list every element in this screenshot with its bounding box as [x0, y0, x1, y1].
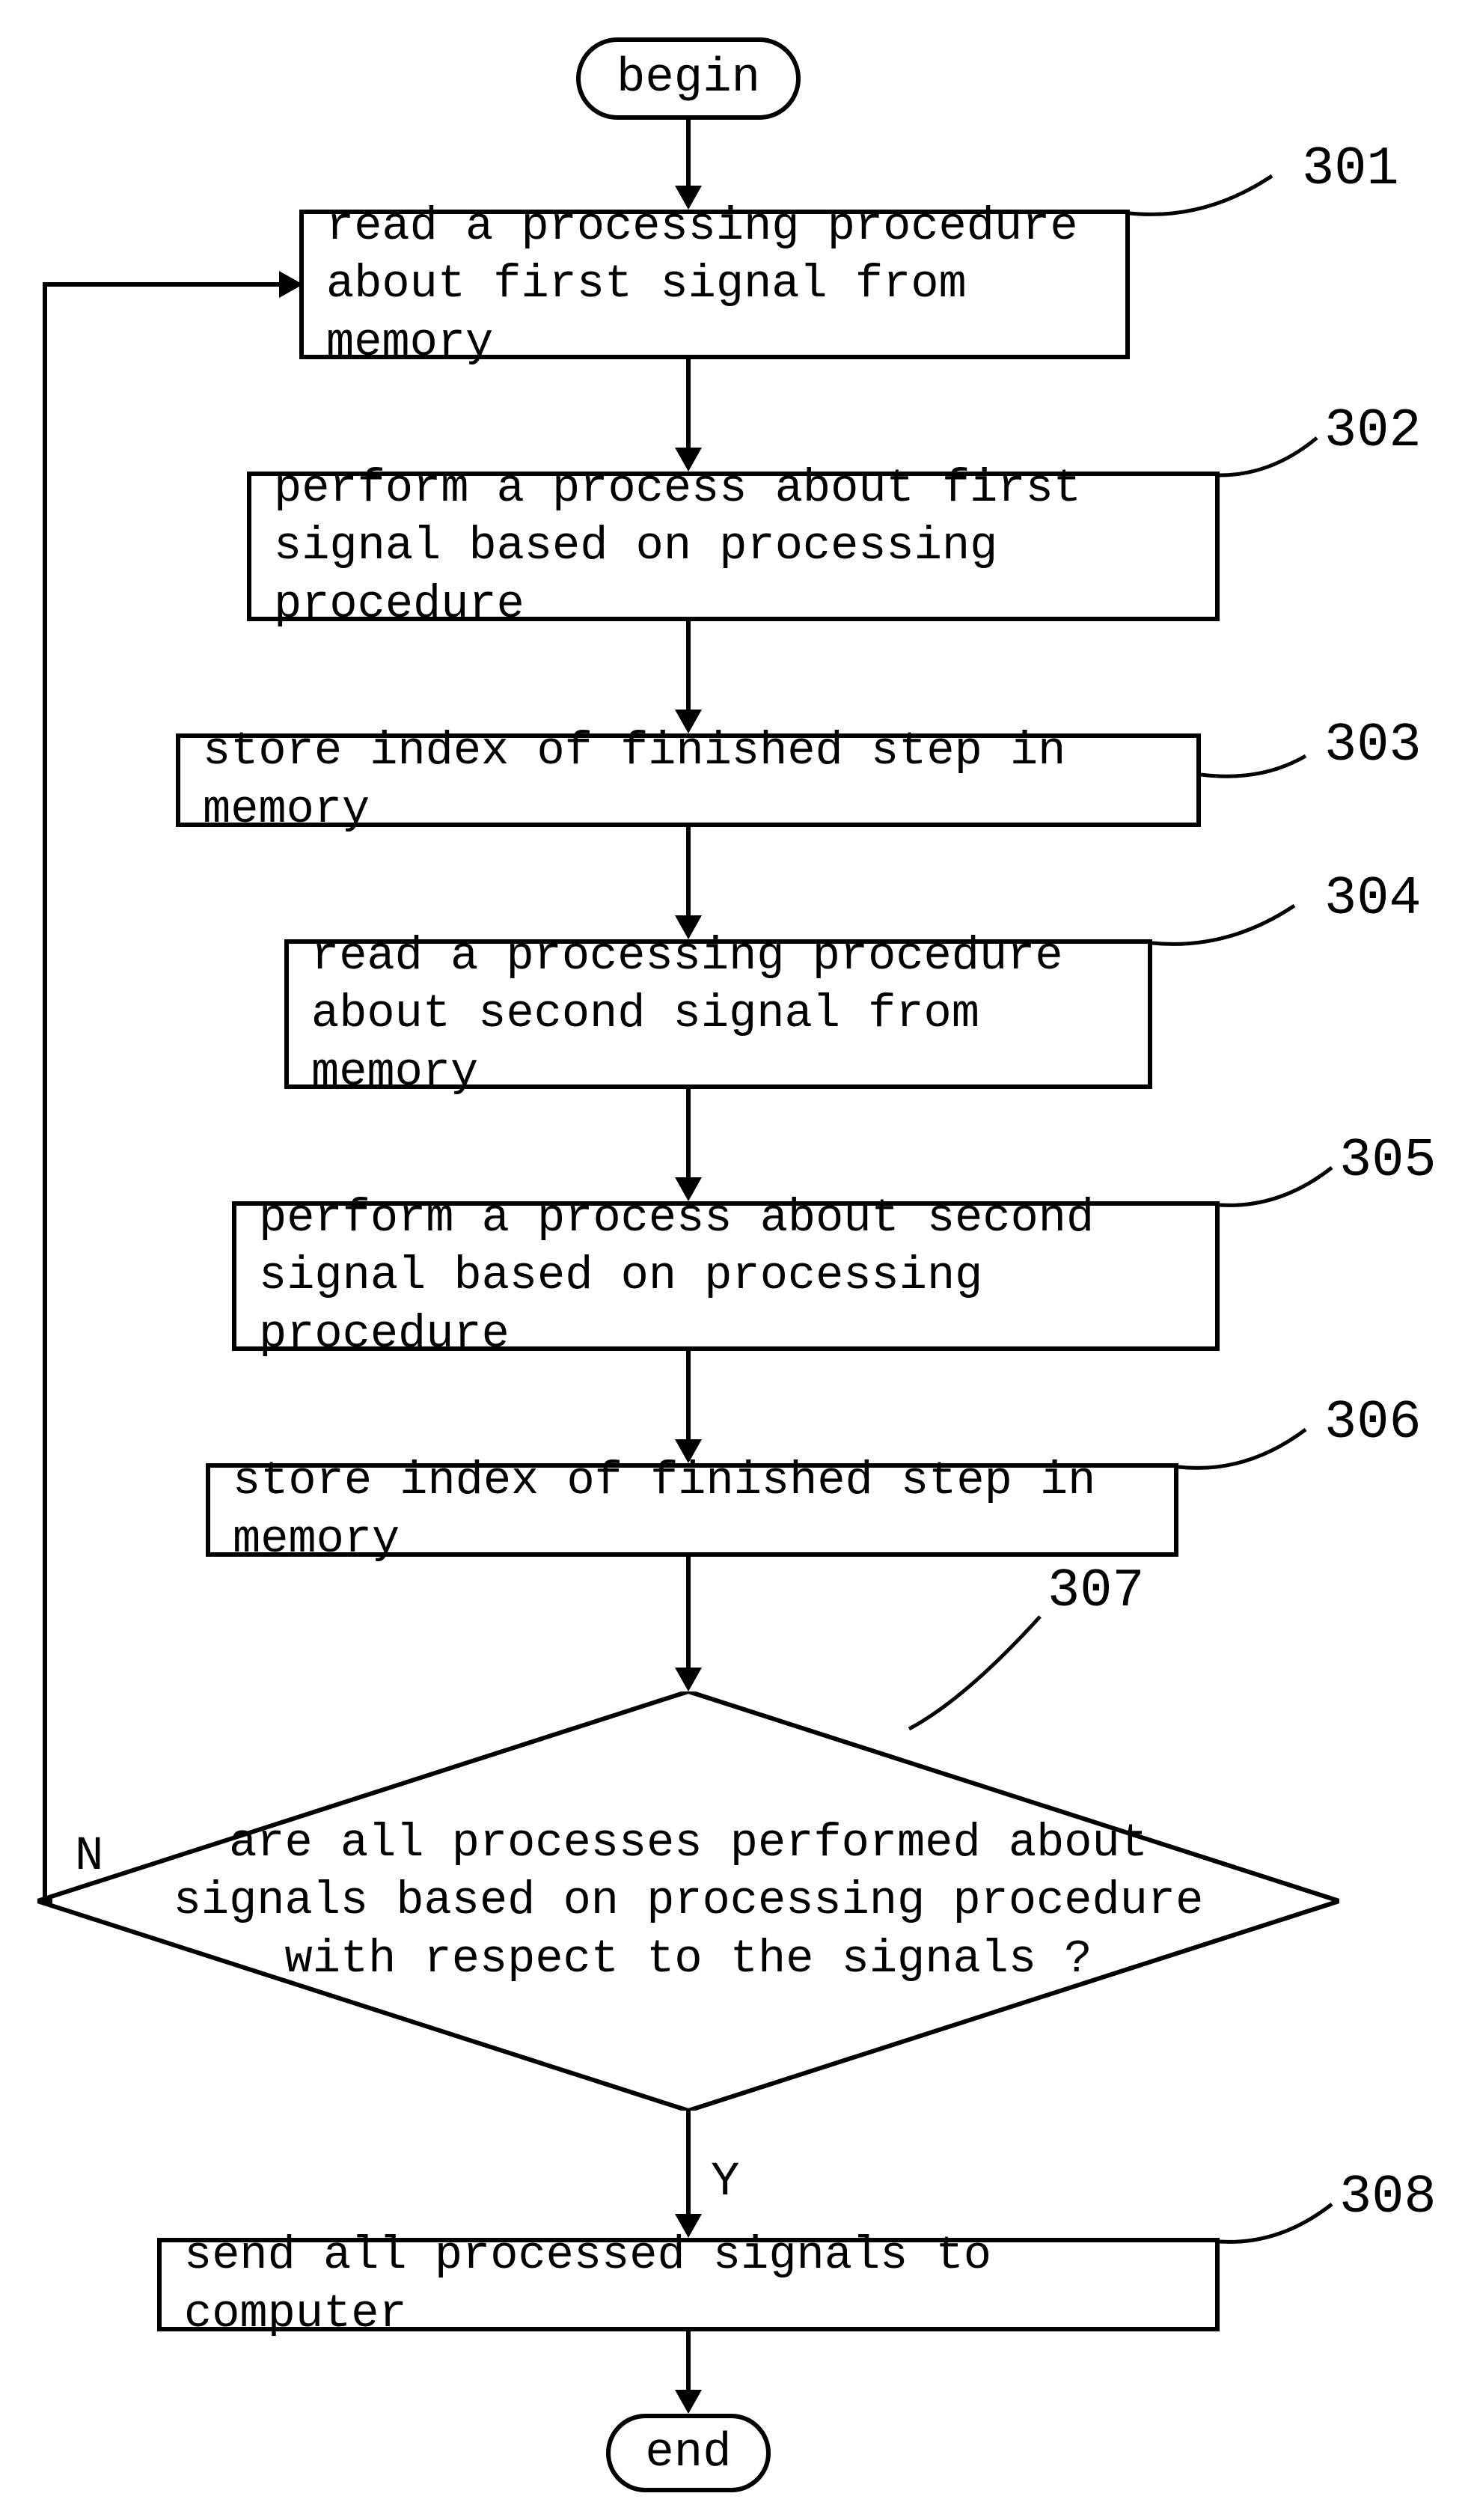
label-307: 307	[1048, 1560, 1145, 1622]
decision-step-307-text: are all processes performed about signal…	[174, 1814, 1204, 1989]
label-no: N	[75, 1830, 103, 1884]
arrow-303-304	[666, 827, 711, 939]
leader-304	[1152, 898, 1324, 958]
label-301: 301	[1302, 138, 1399, 200]
leader-303	[1201, 748, 1328, 801]
process-step-302-text: perform a process about first signal bas…	[251, 460, 1215, 634]
process-step-308-text: send all processed signals to computer	[162, 2227, 1215, 2343]
process-step-305-text: perform a process about second signal ba…	[236, 1189, 1215, 1364]
process-step-305: perform a process about second signal ba…	[232, 1201, 1220, 1351]
arrow-308-end	[666, 2331, 711, 2414]
label-304: 304	[1324, 868, 1422, 930]
arrow-302-303	[666, 621, 711, 733]
process-step-304-text: read a processing procedure about second…	[289, 927, 1148, 1102]
leader-302	[1220, 430, 1339, 490]
process-step-302: perform a process about first signal bas…	[247, 472, 1220, 621]
label-305: 305	[1339, 1130, 1437, 1192]
process-step-303: store index of finished step in memory	[176, 733, 1201, 827]
terminator-end-text: end	[645, 2426, 731, 2480]
label-306: 306	[1324, 1392, 1422, 1453]
terminator-end: end	[606, 2414, 771, 2492]
terminator-begin-text: begin	[617, 52, 760, 106]
label-302: 302	[1324, 400, 1422, 462]
process-step-306: store index of finished step in memory	[206, 1463, 1178, 1557]
process-step-308: send all processed signals to computer	[157, 2238, 1220, 2331]
arrow-304-305	[666, 1089, 711, 1201]
flowchart-canvas: begin read a processing procedure about …	[0, 0, 1471, 2520]
leader-301	[1130, 168, 1309, 228]
label-308: 308	[1339, 2167, 1437, 2228]
process-step-306-text: store index of finished step in memory	[210, 1452, 1174, 1568]
arrow-301-302	[666, 359, 711, 472]
decision-step-307: are all processes performed about signal…	[37, 1691, 1339, 2111]
label-yes: Y	[711, 2156, 739, 2209]
process-step-303-text: store index of finished step in memory	[180, 722, 1196, 838]
process-step-301: read a processing procedure about first …	[299, 210, 1130, 359]
terminator-begin: begin	[576, 37, 801, 120]
arrow-307-308	[666, 2111, 711, 2238]
leader-305	[1220, 1160, 1354, 1220]
leader-306	[1178, 1422, 1328, 1482]
process-step-301-text: read a processing procedure about first …	[304, 198, 1125, 372]
leader-308	[1220, 2197, 1354, 2257]
label-303: 303	[1324, 715, 1422, 776]
arrow-306-307	[666, 1557, 711, 1691]
arrow-305-306	[666, 1351, 711, 1463]
process-step-304: read a processing procedure about second…	[284, 939, 1152, 1089]
arrow-begin-301	[666, 120, 711, 210]
